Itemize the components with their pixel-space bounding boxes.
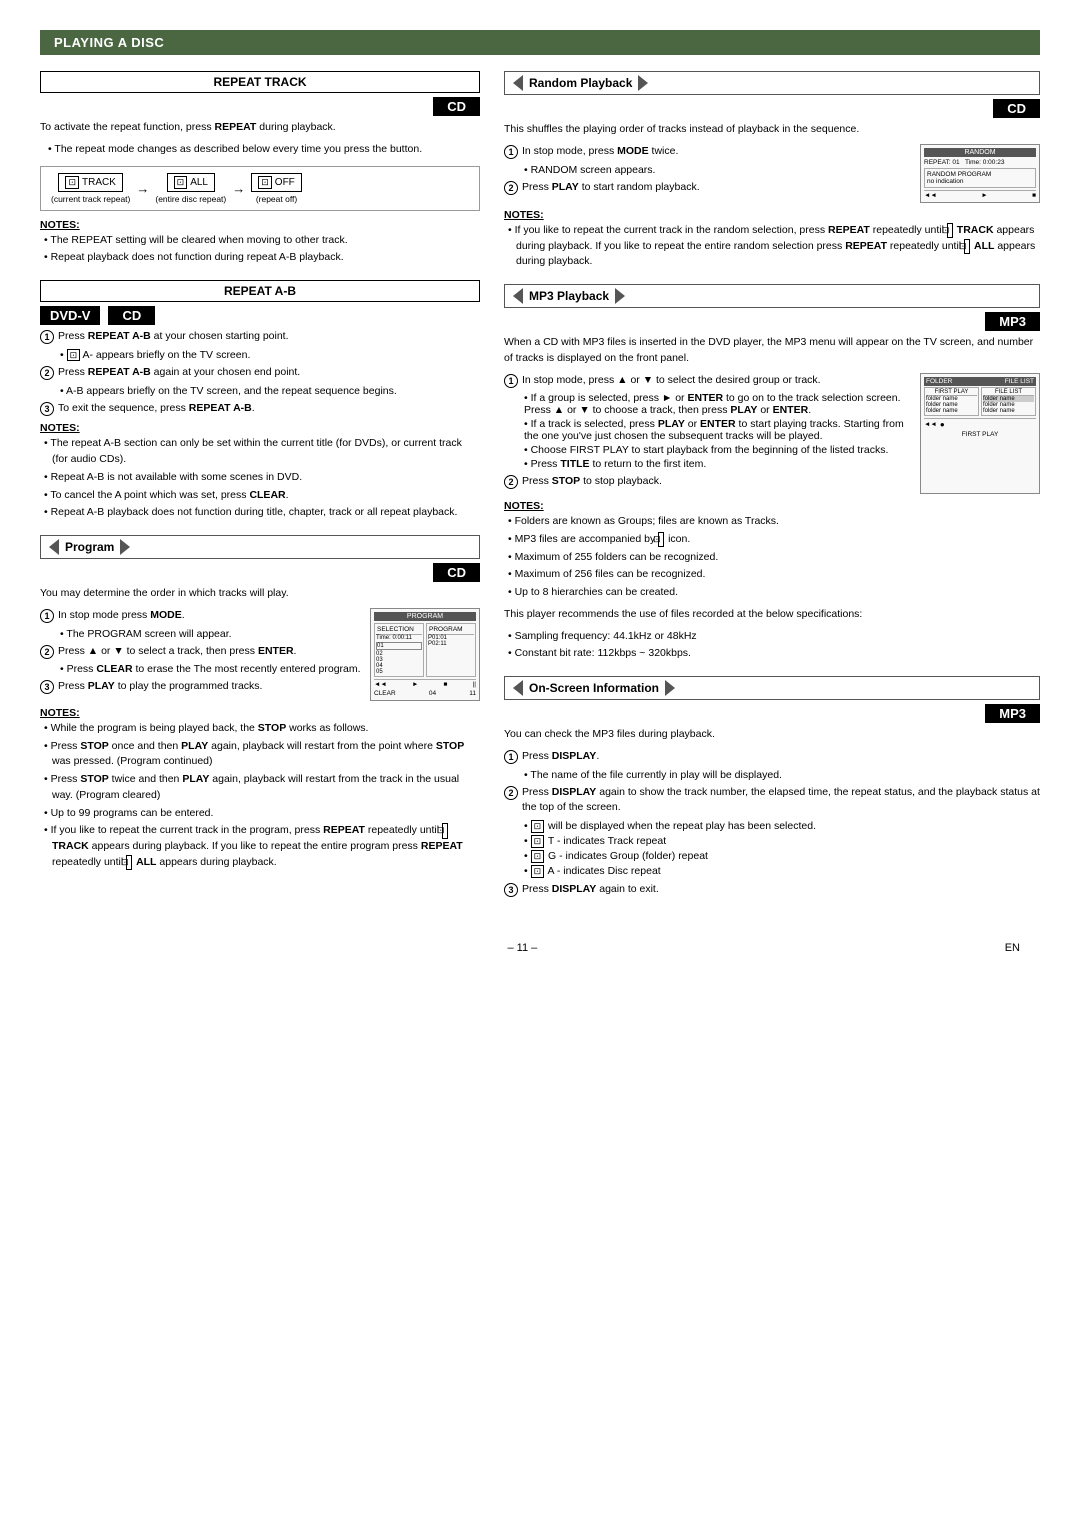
repeat-ab-notes-label: NOTES: [40,422,480,434]
program-note3: Press STOP twice and then PLAY again, pl… [40,772,480,804]
mp3-note5: Up to 8 hierarchies can be created. [504,585,1040,601]
random-step2: 2 Press PLAY to start random playback. [504,180,914,196]
repeat-track-diagram: ⊡ TRACK (current track repeat) → ⊡ ALL (… [40,166,480,211]
mp3-note2: MP3 files are accompanied by ⊡ icon. [504,532,1040,548]
mp3-playback-header: MP3 Playback [504,284,1040,308]
repeat-ab-step2: 2 Press REPEAT A-B again at your chosen … [40,365,480,381]
right-column: Random Playback CD This shuffles the pla… [504,71,1040,912]
repeat-ab-note3: To cancel the A point which was set, pre… [40,488,480,504]
program-step2: 2 Press ▲ or ▼ to select a track, then p… [40,644,364,660]
mp3-step2: 2 Press STOP to stop playback. [504,474,914,490]
program-screen: PROGRAM SELECTION Time: 0:00:11 01 02 03… [370,608,480,701]
repeat-track-header: REPEAT TRACK [40,71,480,93]
mp3-spec2: Constant bit rate: 112kbps ~ 320kbps. [504,646,1040,662]
repeat-ab-note2: Repeat A-B is not available with some sc… [40,470,480,486]
mp3-spec1: Sampling frequency: 44.1kHz or 48kHz [504,629,1040,645]
repeat-track-section: REPEAT TRACK CD To activate the repeat f… [40,71,480,266]
onscreen-step2: 2 Press DISPLAY again to show the track … [504,785,1040,817]
repeat-ab-note4: Repeat A-B playback does not function du… [40,505,480,521]
repeat-ab-header: REPEAT A-B [40,280,480,302]
program-badge: CD [433,563,480,582]
page-title: PLAYING A DISC [40,30,1040,55]
repeat-ab-step1: 1 Press REPEAT A-B at your chosen starti… [40,329,480,345]
program-section: Program CD You may determine the order i… [40,535,480,871]
program-step3: 3 Press PLAY to play the programmed trac… [40,679,364,695]
random-step1: 1 In stop mode, press MODE twice. [504,144,914,160]
mp3-notes-label: NOTES: [504,500,1040,512]
program-notes-label: NOTES: [40,707,480,719]
mp3-playback-badge: MP3 [985,312,1040,331]
onscreen-step3: 3 Press DISPLAY again to exit. [504,882,1040,898]
page-footer: – 11 – EN [40,942,1040,954]
repeat-track-note2: Repeat playback does not function during… [40,250,480,266]
repeat-ab-badge-cd: CD [108,306,155,325]
repeat-ab-badge-dvdv: DVD-V [40,306,100,325]
mp3-note1: Folders are known as Groups; files are k… [504,514,1040,530]
program-note1: While the program is being played back, … [40,721,480,737]
repeat-track-notes-label: NOTES: [40,219,480,231]
program-intro: You may determine the order in which tra… [40,586,480,602]
repeat-ab-note1: The repeat A-B section can only be set w… [40,436,480,468]
onscreen-info-header: On-Screen Information [504,676,1040,700]
random-playback-section: Random Playback CD This shuffles the pla… [504,71,1040,270]
mp3-spec-intro: This player recommends the use of files … [504,607,1040,623]
onscreen-step1: 1 Press DISPLAY. [504,749,1040,765]
repeat-track-intro: To activate the repeat function, press R… [40,120,480,136]
mp3-screen: FOLDERFILE LIST FIRST PLAY folder name f… [920,373,1040,495]
random-notes-label: NOTES: [504,209,1040,221]
random-playback-header: Random Playback [504,71,1040,95]
repeat-ab-section: REPEAT A-B DVD-V CD 1 Press REPEAT A-B a… [40,280,480,521]
program-step1: 1 In stop mode press MODE. [40,608,364,624]
left-column: REPEAT TRACK CD To activate the repeat f… [40,71,480,912]
mp3-step1: 1 In stop mode, press ▲ or ▼ to select t… [504,373,914,389]
mp3-playback-section: MP3 Playback MP3 When a CD with MP3 file… [504,284,1040,662]
random-playback-intro: This shuffles the playing order of track… [504,122,1040,138]
repeat-track-note1: The REPEAT setting will be cleared when … [40,233,480,249]
repeat-track-badge: CD [433,97,480,116]
mp3-note4: Maximum of 256 files can be recognized. [504,567,1040,583]
repeat-ab-step3: 3 To exit the sequence, press REPEAT A-B… [40,401,480,417]
page-number: – 11 – [507,942,537,954]
page-lang: EN [1005,942,1020,954]
onscreen-info-intro: You can check the MP3 files during playb… [504,727,1040,743]
mp3-note3: Maximum of 255 folders can be recognized… [504,550,1040,566]
repeat-track-bullet1: The repeat mode changes as described bel… [40,142,480,158]
random-note1: If you like to repeat the current track … [504,223,1040,270]
onscreen-info-badge: MP3 [985,704,1040,723]
program-note2: Press STOP once and then PLAY again, pla… [40,739,480,771]
program-note5: If you like to repeat the current track … [40,823,480,870]
program-header: Program [40,535,480,559]
random-playback-badge: CD [993,99,1040,118]
random-screen: RANDOM REPEAT: 01 Time: 0:00:23 RANDOM P… [920,144,1040,203]
program-note4: Up to 99 programs can be entered. [40,806,480,822]
mp3-playback-intro: When a CD with MP3 files is inserted in … [504,335,1040,367]
onscreen-info-section: On-Screen Information MP3 You can check … [504,676,1040,898]
